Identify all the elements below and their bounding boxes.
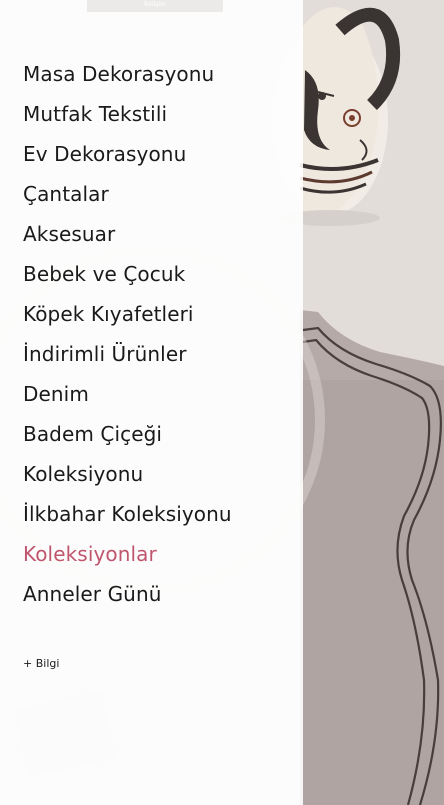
menu-item-denim[interactable]: Denim [23,374,232,414]
menu-item-indirimli-urunler[interactable]: İndirimli Ürünler [23,334,232,374]
info-link[interactable]: + Bilgi [23,657,59,670]
menu-item-koleksiyonlar[interactable]: Koleksiyonlar [23,534,232,574]
menu-item-bebek-ve-cocuk[interactable]: Bebek ve Çocuk [23,254,232,294]
menu-item-anneler-gunu[interactable]: Anneler Günü [23,574,232,614]
menu-item-aksesuar[interactable]: Aksesuar [23,214,232,254]
menu-item-badem-cicegi[interactable]: Badem Çiçeği [23,414,232,454]
menu-list: Masa Dekorasyonu Mutfak Tekstili Ev Dekora… [23,54,232,614]
menu-item-cantalar[interactable]: Çantalar [23,174,232,214]
side-menu: İletişim Masa Dekorasyonu Mutfak Tekstili… [0,0,303,805]
menu-item-ev-dekorasyonu[interactable]: Ev Dekorasyonu [23,134,232,174]
menu-item-ilkbahar-koleksiyonu[interactable]: İlkbahar Koleksiyonu [23,494,232,534]
menu-item-kopek-kiyafetleri[interactable]: Köpek Kıyafetleri [23,294,232,334]
menu-item-mutfak-tekstili[interactable]: Mutfak Tekstili [23,94,232,134]
screen: İletişim Masa Dekorasyonu Mutfak Tekstili… [0,0,444,805]
top-tab[interactable]: İletişim [87,0,223,12]
menu-item-masa-dekorasyonu[interactable]: Masa Dekorasyonu [23,54,232,94]
menu-item-koleksiyonu[interactable]: Koleksiyonu [23,454,232,494]
